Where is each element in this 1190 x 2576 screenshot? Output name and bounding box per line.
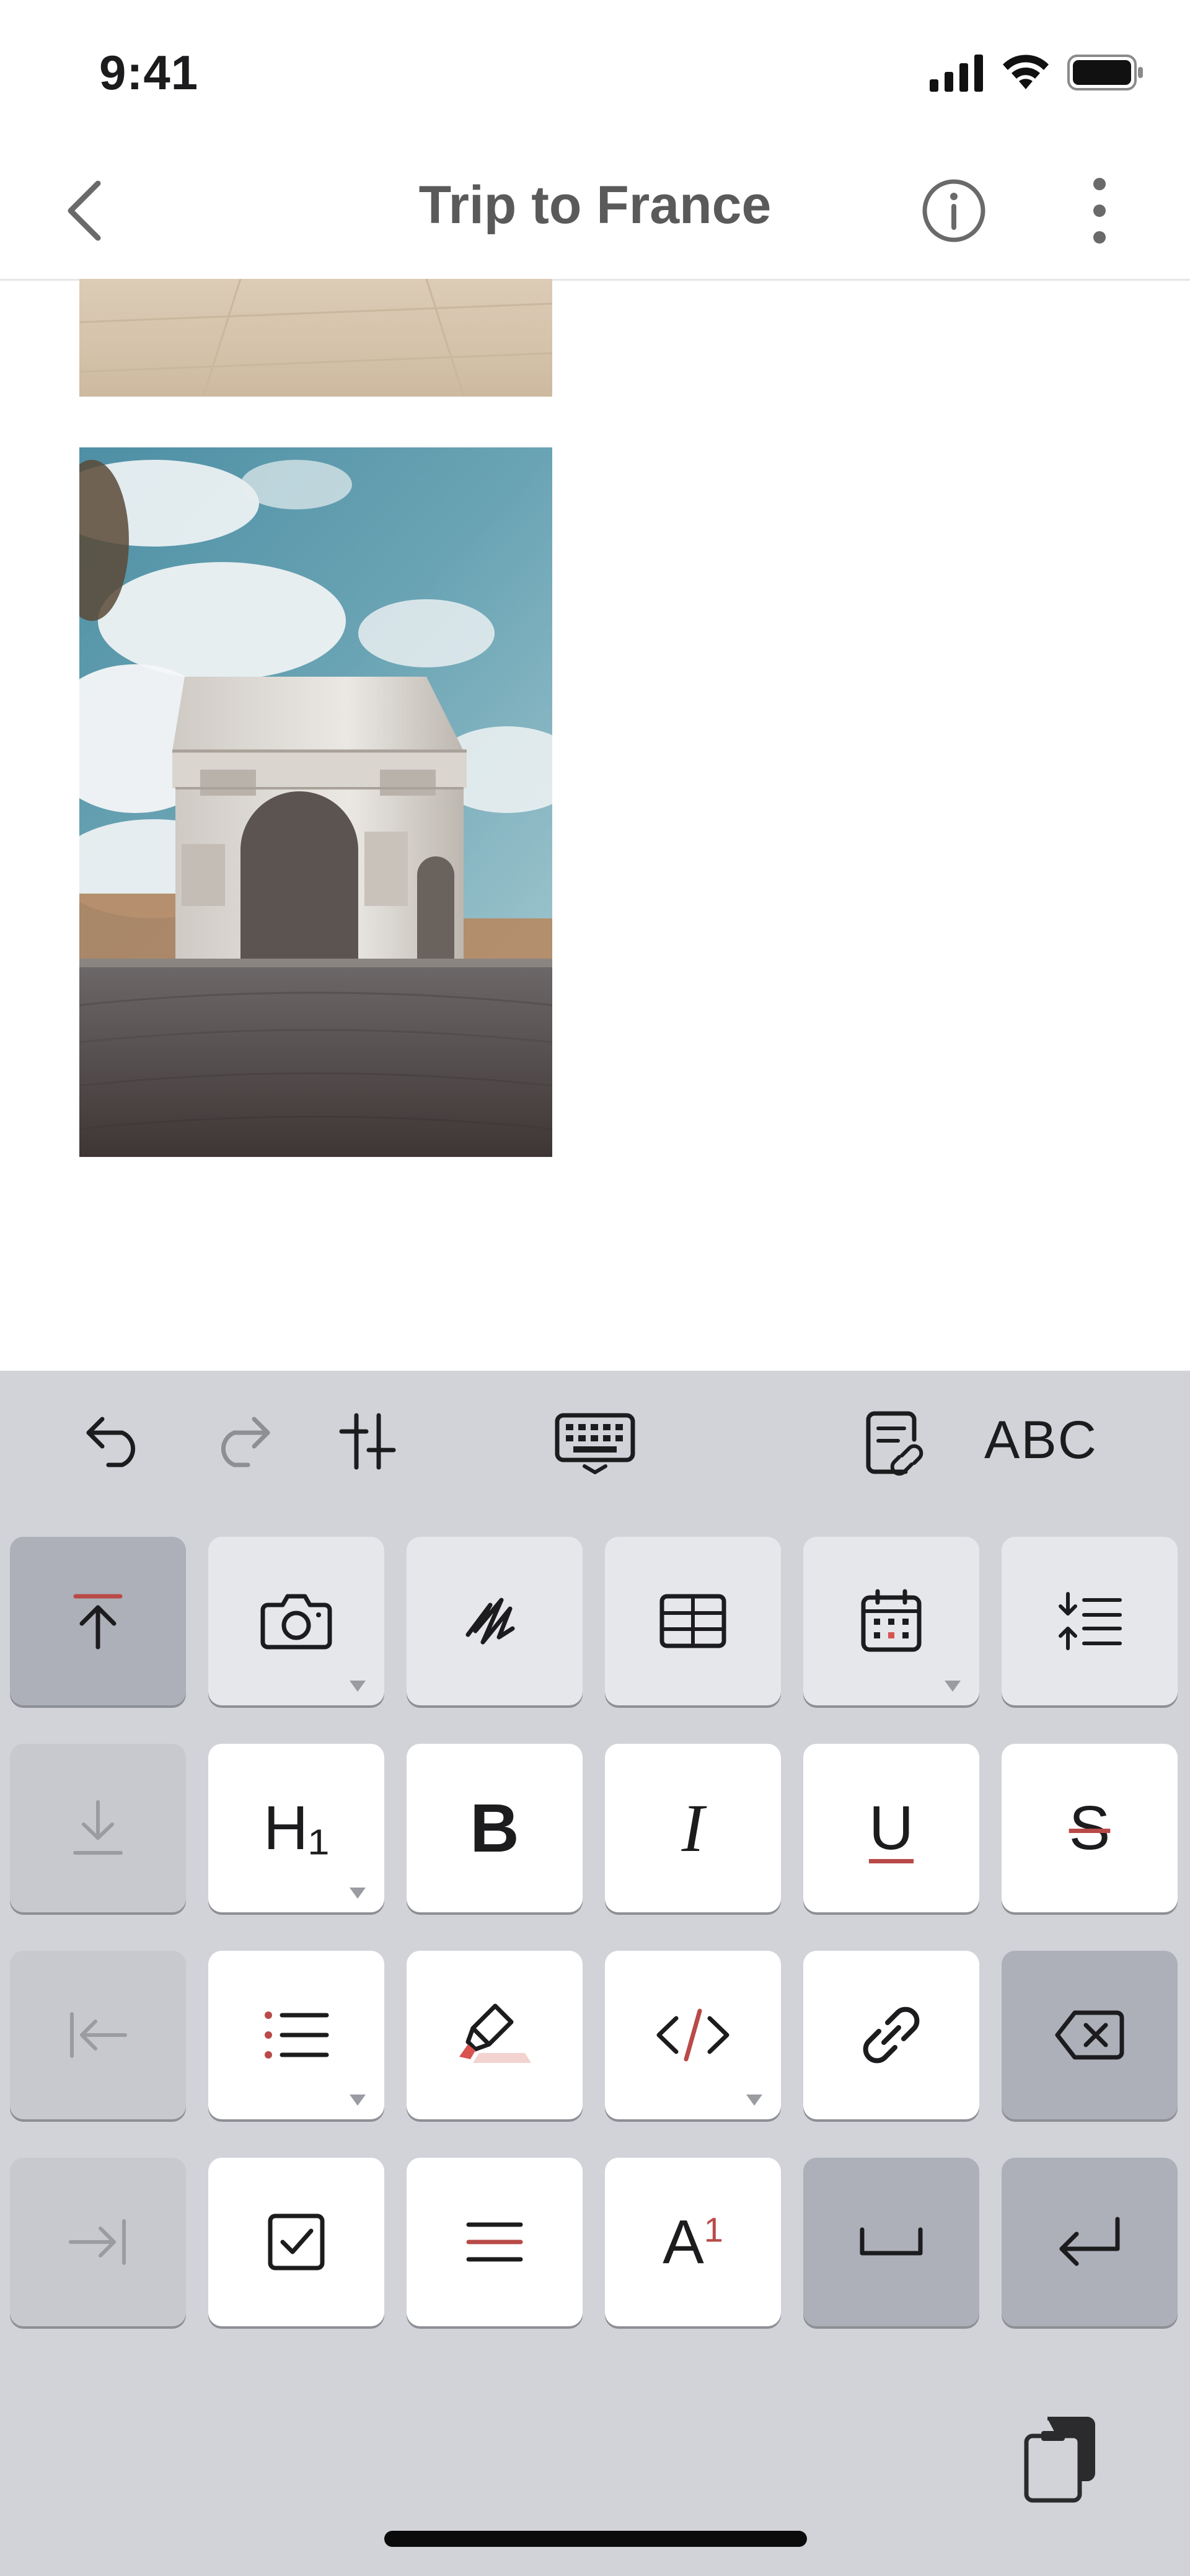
cellular-signal-icon <box>930 55 987 95</box>
bold-key-label: B <box>470 1790 519 1866</box>
hide-keyboard-button[interactable] <box>555 1413 635 1478</box>
undo-icon <box>86 1417 136 1467</box>
indent-key[interactable] <box>10 2158 186 2326</box>
heading-key[interactable]: H₁ <box>208 1744 384 1912</box>
delete-key[interactable] <box>1002 1951 1178 2119</box>
more-options-button[interactable] <box>1089 177 1110 248</box>
highlighter-icon <box>459 2003 531 2063</box>
arrow-up-to-line-icon <box>73 1594 123 1650</box>
formatting-toggle-button[interactable] <box>338 1412 397 1474</box>
arc-de-triomphe-photo[interactable] <box>79 447 552 1157</box>
horizontal-rule-key[interactable] <box>407 2158 583 2326</box>
move-to-top-key[interactable] <box>10 1537 186 1705</box>
bold-key[interactable]: B <box>407 1744 583 1912</box>
handwriting-icon <box>465 1598 515 1645</box>
code-icon <box>656 2008 729 2062</box>
link-icon <box>863 2007 920 2064</box>
outdent-icon <box>70 2012 127 2058</box>
dropdown-indicator <box>746 2095 762 2106</box>
more-vertical-icon <box>1093 178 1106 244</box>
dropdown-indicator <box>350 1888 366 1899</box>
dropdown-indicator <box>350 1681 366 1692</box>
heading-key-label: H₁ <box>263 1793 329 1863</box>
table-icon <box>659 1594 726 1648</box>
stone-pavement-image[interactable] <box>79 278 553 397</box>
superscript-key[interactable]: A1 <box>605 2158 781 2326</box>
redo-icon <box>221 1417 270 1467</box>
underline-key[interactable]: U <box>803 1744 979 1912</box>
outdent-key[interactable] <box>10 1951 186 2119</box>
underline-key-label: U <box>868 1793 914 1863</box>
redo-button[interactable] <box>211 1412 273 1470</box>
checkbox-key[interactable] <box>208 2158 384 2326</box>
camera-key[interactable] <box>208 1537 384 1705</box>
undo-button[interactable] <box>84 1412 146 1470</box>
divider-icon <box>466 2222 523 2262</box>
dropdown-indicator <box>945 1681 961 1692</box>
home-indicator <box>384 2531 807 2547</box>
wifi-icon <box>999 52 1052 95</box>
return-icon <box>1059 2217 1120 2266</box>
table-key[interactable] <box>605 1537 781 1705</box>
note-link-button[interactable] <box>865 1410 927 1481</box>
date-key[interactable] <box>803 1537 979 1705</box>
code-key[interactable] <box>605 1951 781 2119</box>
note-link-icon <box>866 1411 923 1476</box>
superscript-key-label: A1 <box>663 2207 723 2278</box>
camera-icon <box>260 1594 332 1650</box>
bullet-list-icon <box>265 2011 329 2059</box>
page-title: Trip to France <box>418 175 772 235</box>
superscript-base: A <box>663 2207 704 2277</box>
italic-key[interactable]: I <box>605 1744 781 1912</box>
calendar-icon <box>861 1589 922 1652</box>
backspace-icon <box>1055 2010 1124 2060</box>
battery-icon <box>1067 55 1144 94</box>
italic-key-label: I <box>681 1790 705 1866</box>
info-button[interactable] <box>921 178 987 247</box>
bullet-list-key[interactable] <box>208 1951 384 2119</box>
superscript-exponent: 1 <box>703 2210 723 2249</box>
arrow-down-to-line-icon <box>73 1800 123 1855</box>
checkbox-icon <box>268 2213 325 2270</box>
move-down-key[interactable] <box>10 1744 186 1912</box>
info-icon <box>922 179 985 242</box>
space-icon <box>860 2227 923 2256</box>
adjustments-icon <box>339 1413 396 1470</box>
space-key[interactable] <box>803 2158 979 2326</box>
indent-icon <box>69 2219 126 2265</box>
keyboard-icon <box>555 1413 635 1474</box>
collapse-lines-key[interactable] <box>1002 1537 1178 1705</box>
return-key[interactable] <box>1002 2158 1178 2326</box>
dropdown-indicator <box>350 2095 366 2106</box>
highlight-key[interactable] <box>407 1951 583 2119</box>
clipboard-button[interactable] <box>1023 2414 1097 2507</box>
drawing-key[interactable] <box>407 1537 583 1705</box>
strikethrough-key[interactable]: S <box>1002 1744 1178 1912</box>
spellcheck-button[interactable]: ABC <box>984 1410 1098 1471</box>
link-key[interactable] <box>803 1951 979 2119</box>
status-time: 9:41 <box>99 45 199 100</box>
compress-lines-icon <box>1059 1592 1122 1650</box>
strikethrough-key-label: S <box>1069 1793 1111 1863</box>
clipboard-icon <box>1024 2417 1095 2503</box>
